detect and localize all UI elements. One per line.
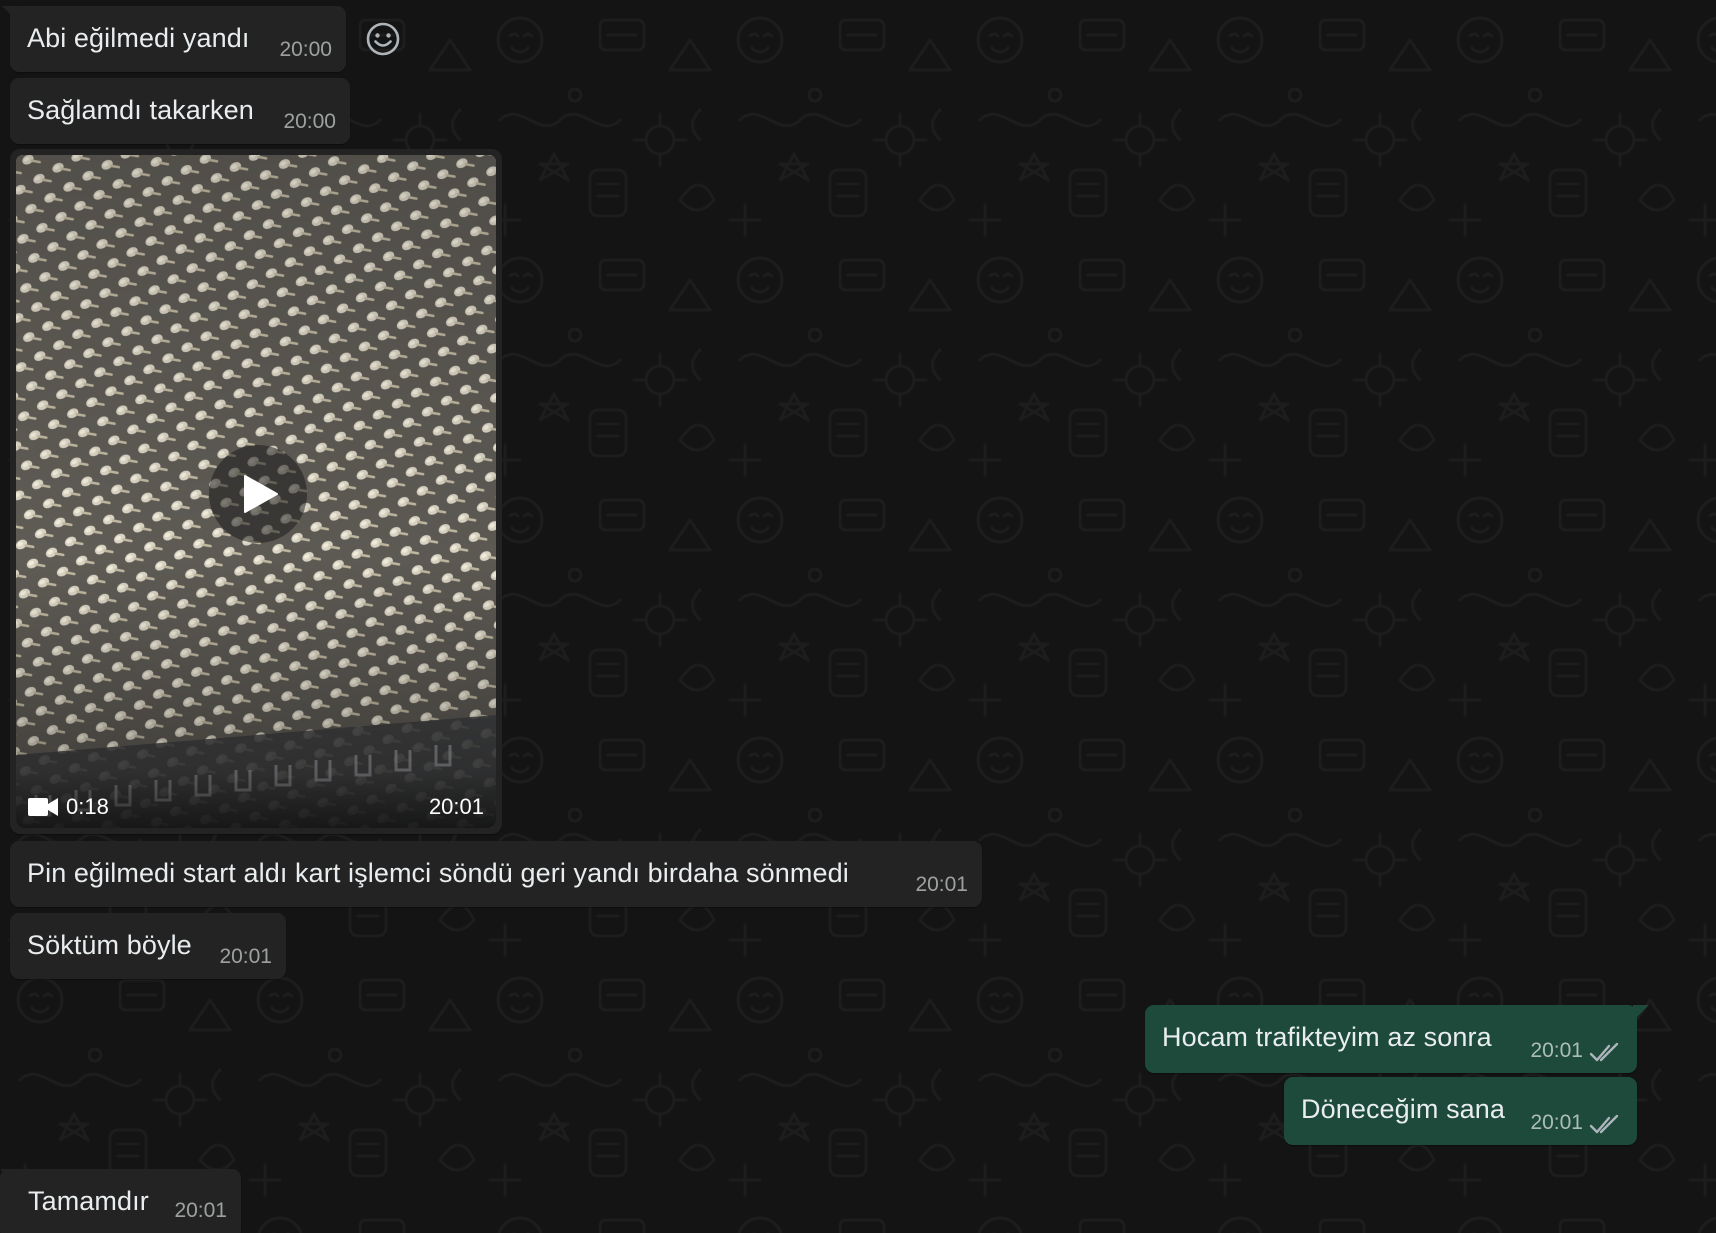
video-message[interactable]: 0:18 20:01 — [10, 149, 502, 834]
play-icon — [244, 475, 278, 513]
message-time: 20:01 — [1530, 1111, 1583, 1134]
message-text: Pin eğilmedi start aldı kart işlemci sön… — [27, 858, 849, 888]
message-text: Söktüm böyle — [27, 930, 192, 960]
message-time: 20:00 — [279, 38, 332, 61]
message-time: 20:00 — [283, 110, 336, 133]
message-time: 20:01 — [915, 873, 968, 896]
smiley-icon[interactable] — [365, 21, 401, 57]
bubble-tail — [1633, 1005, 1649, 1021]
message-incoming[interactable]: Abi eğilmedi yandı 20:00 — [2, 6, 346, 72]
video-camera-icon — [28, 798, 58, 816]
message-incoming[interactable]: Sağlamdı takarken 20:00 — [10, 78, 350, 144]
message-time: 20:01 — [174, 1199, 227, 1222]
video-thumbnail[interactable]: 0:18 20:01 — [16, 155, 496, 828]
bubble-tail — [0, 1169, 14, 1183]
message-text: Sağlamdı takarken — [27, 95, 254, 125]
video-footer: 0:18 20:01 — [16, 772, 496, 828]
double-check-icon — [1589, 1042, 1619, 1062]
message-text: Tamamdır — [28, 1186, 149, 1216]
play-button[interactable] — [209, 445, 307, 543]
message-text: Döneceğim sana — [1301, 1094, 1506, 1124]
video-duration: 0:18 — [66, 794, 109, 819]
bubble-tail — [2, 6, 16, 20]
message-outgoing[interactable]: Hocam trafikteyim az sonra 20:01 — [1145, 1005, 1649, 1073]
chat-area[interactable]: Abi eğilmedi yandı 20:00 Sağlamdı takark… — [0, 0, 1716, 1233]
message-incoming[interactable]: Söktüm böyle 20:01 — [10, 913, 286, 979]
message-time: 20:01 — [428, 794, 484, 819]
message-time: 20:01 — [219, 945, 272, 968]
message-time: 20:01 — [1530, 1039, 1583, 1062]
double-check-icon — [1589, 1114, 1619, 1134]
message-incoming[interactable]: Tamamdır 20:01 — [0, 1169, 241, 1233]
message-outgoing[interactable]: Döneceğim sana 20:01 — [1284, 1077, 1637, 1145]
message-text: Abi eğilmedi yandı — [27, 23, 250, 53]
message-text: Hocam trafikteyim az sonra — [1162, 1022, 1492, 1052]
message-incoming[interactable]: Pin eğilmedi start aldı kart işlemci sön… — [10, 841, 982, 907]
